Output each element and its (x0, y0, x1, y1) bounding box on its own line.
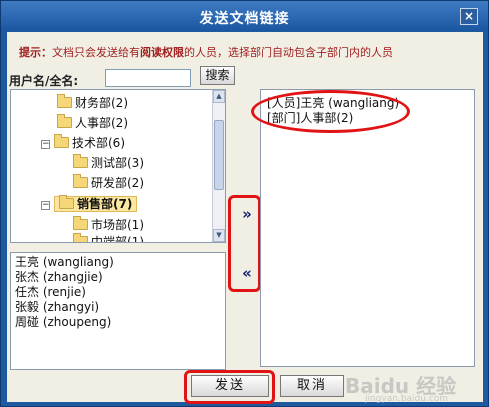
tree-item-rnd[interactable]: 研发部(2) (73, 173, 144, 193)
tree-item-finance[interactable]: 财务部(2) (57, 93, 128, 113)
tip-emphasis: 阅读权限 (140, 46, 184, 59)
department-tree[interactable]: 财务部(2) 人事部(2) − 技术部(6) 测试部(3) 研发部(2) − 销售部… (10, 89, 226, 243)
watermark-logo: Baidu 经验 jingyan.baidu.com (345, 370, 485, 404)
tree-item-label: 销售部(7) (77, 197, 133, 211)
folder-icon (73, 174, 88, 188)
tree-item-label: 测试部(3) (91, 156, 144, 170)
folder-icon (54, 134, 69, 148)
search-button[interactable]: 搜索 (200, 66, 235, 85)
tip-text-after: 的人员，选择部门自动包含子部门内的人员 (184, 46, 393, 59)
tree-item-tech[interactable]: − 技术部(6) (41, 133, 125, 153)
tree-item-label: 研发部(2) (91, 176, 144, 190)
user-list-item[interactable]: 张杰 (zhangjie) (15, 270, 221, 285)
folder-icon (73, 233, 88, 242)
transfer-controls: » « (233, 195, 261, 292)
user-list-item[interactable]: 周碰 (zhoupeng) (15, 315, 221, 330)
tip-prefix: 提示： (19, 46, 52, 59)
title-bar: 发送文档链接 × (1, 1, 488, 31)
cancel-button[interactable]: 取消 (280, 375, 344, 397)
folder-icon (59, 195, 74, 209)
tree-item-label: 市场部(1) (91, 218, 144, 232)
collapse-toggle-icon[interactable]: − (41, 201, 50, 210)
tree-item-label: 技术部(6) (72, 136, 125, 150)
folder-icon (57, 114, 72, 128)
selected-recipient-item[interactable]: [部门]人事部(2) (267, 111, 468, 126)
tree-item-sales[interactable]: − 销售部(7) (41, 194, 138, 214)
search-input[interactable] (105, 69, 191, 87)
user-list-item[interactable]: 张毅 (zhangyi) (15, 300, 221, 315)
dialog-title: 发送文档链接 (199, 11, 290, 27)
selected-recipients-list[interactable]: [人员]王亮 (wangliang) [部门]人事部(2) (260, 89, 475, 367)
username-label: 用户名/全名: (9, 74, 79, 88)
close-button[interactable]: × (460, 8, 478, 25)
send-button[interactable]: 发送 (191, 375, 269, 397)
remove-from-selection-button[interactable]: « (237, 263, 257, 283)
user-list-item[interactable]: 任杰 (renjie) (15, 285, 221, 300)
tree-item-selected: 销售部(7) (54, 195, 138, 212)
tree-scrollbar[interactable]: ▲ ▼ (212, 90, 225, 242)
dialog-body: 提示：文档只会发送给有阅读权限的人员，选择部门自动包含子部门内的人员 用户名/全… (7, 32, 485, 404)
dialog-window: 发送文档链接 × 提示：文档只会发送给有阅读权限的人员，选择部门自动包含子部门内… (0, 0, 489, 407)
tip-text: 提示：文档只会发送给有阅读权限的人员，选择部门自动包含子部门内的人员 (19, 44, 479, 60)
user-list-item[interactable]: 王亮 (wangliang) (15, 255, 221, 270)
tree-item-midend[interactable]: 中端部(1) (73, 232, 144, 243)
user-list[interactable]: 王亮 (wangliang) 张杰 (zhangjie) 任杰 (renjie)… (10, 252, 226, 370)
tree-item-test[interactable]: 测试部(3) (73, 153, 144, 173)
tree-item-hr[interactable]: 人事部(2) (57, 113, 128, 133)
folder-icon (57, 94, 72, 108)
selected-recipient-item[interactable]: [人员]王亮 (wangliang) (267, 96, 468, 111)
scroll-thumb[interactable] (214, 120, 224, 190)
add-to-selection-button[interactable]: » (237, 204, 257, 224)
tip-text-before: 文档只会发送给有 (52, 46, 140, 59)
watermark-url: jingyan.baidu.com (365, 394, 449, 404)
collapse-toggle-icon[interactable]: − (41, 140, 50, 149)
scroll-down-icon[interactable]: ▼ (213, 229, 225, 242)
tree-item-label: 中端部(1) (91, 235, 144, 243)
tree-item-label: 财务部(2) (75, 96, 128, 110)
tree-item-label: 人事部(2) (75, 116, 128, 130)
scroll-up-icon[interactable]: ▲ (213, 90, 225, 103)
folder-icon (73, 216, 88, 230)
folder-icon (73, 154, 88, 168)
